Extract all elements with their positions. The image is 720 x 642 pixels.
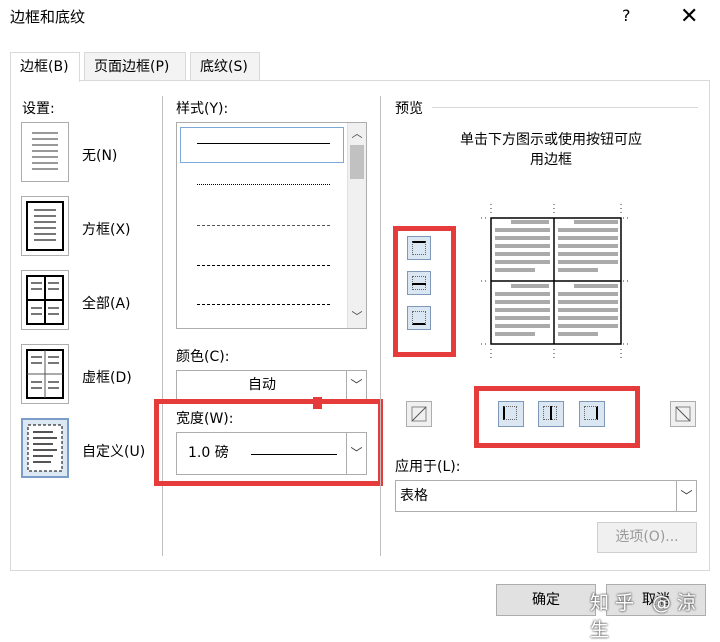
- right-border-icon[interactable]: [579, 401, 605, 427]
- setting-grid-label[interactable]: 虚框(D): [82, 367, 132, 387]
- apply-to-value: 表格: [400, 488, 428, 504]
- style-dotted-line[interactable]: [197, 184, 330, 185]
- close-button[interactable]: ✕: [680, 4, 698, 30]
- style-label: 样式(Y):: [176, 101, 229, 117]
- column-divider-1: [162, 96, 163, 556]
- ok-button[interactable]: 确定: [496, 584, 596, 616]
- preview-rule: [432, 107, 698, 108]
- style-dash-dot-line[interactable]: [197, 304, 330, 305]
- style-solid-line[interactable]: [197, 143, 330, 144]
- preview-table[interactable]: [481, 204, 631, 359]
- dialog-title: 边框和底纹: [10, 8, 86, 26]
- options-button[interactable]: 选项(O)...: [597, 522, 697, 553]
- top-border-icon[interactable]: [407, 236, 431, 260]
- settings-label: 设置:: [22, 101, 55, 117]
- apply-to-dropdown[interactable]: 表格 ﹀: [395, 480, 697, 512]
- setting-custom-label[interactable]: 自定义(U): [82, 441, 145, 461]
- style-dashed-line[interactable]: [197, 265, 330, 266]
- tab-page-border[interactable]: 页面边框(P): [84, 52, 186, 81]
- inside-vertical-border-icon[interactable]: [538, 401, 564, 427]
- scroll-down-icon[interactable]: ﹀: [348, 308, 366, 324]
- tab-shading[interactable]: 底纹(S): [190, 52, 260, 81]
- help-button[interactable]: ?: [622, 6, 631, 25]
- setting-all-label[interactable]: 全部(A): [82, 293, 131, 313]
- color-label: 颜色(C):: [176, 349, 230, 365]
- highlight-marker: [313, 397, 322, 409]
- setting-all-icon[interactable]: [21, 270, 69, 330]
- setting-box-label[interactable]: 方框(X): [82, 219, 131, 239]
- diagonal-up-border-icon[interactable]: [670, 401, 696, 427]
- tab-borders[interactable]: 边框(B): [10, 52, 80, 82]
- setting-none-label[interactable]: 无(N): [82, 145, 117, 165]
- style-fine-dashed-line[interactable]: [197, 225, 330, 226]
- preview-label: 预览: [395, 101, 423, 117]
- width-label: 宽度(W):: [176, 411, 234, 427]
- chevron-down-icon[interactable]: ﹀: [346, 371, 366, 400]
- style-selected-item[interactable]: [180, 127, 344, 163]
- setting-grid-icon[interactable]: [21, 344, 69, 404]
- chevron-down-icon[interactable]: ﹀: [676, 481, 696, 511]
- bottom-border-icon[interactable]: [407, 306, 431, 330]
- left-border-icon[interactable]: [498, 401, 524, 427]
- apply-to-label: 应用于(L):: [395, 459, 461, 475]
- width-value: 1.0 磅: [188, 445, 229, 461]
- setting-custom-icon[interactable]: [21, 418, 69, 478]
- diagonal-down-border-icon[interactable]: [406, 401, 432, 427]
- style-listbox[interactable]: ︿ ﹀: [176, 122, 367, 329]
- scroll-up-icon[interactable]: ︿: [348, 125, 366, 141]
- setting-none-icon[interactable]: [21, 122, 69, 182]
- color-value: 自动: [248, 377, 276, 393]
- scrollbar-thumb[interactable]: [350, 145, 364, 179]
- width-preview-line: [251, 454, 337, 455]
- borders-shading-dialog: 边框和底纹 ? ✕ 边框(B) 页面边框(P) 底纹(S) 设置: 无(N) 方…: [0, 0, 720, 641]
- setting-box-icon[interactable]: [21, 196, 69, 256]
- preview-hint-line1: 单击下方图示或使用按钮可应: [460, 132, 642, 148]
- preview-hint-line2: 用边框: [530, 152, 572, 168]
- color-dropdown[interactable]: 自动 ﹀: [176, 370, 367, 401]
- style-scrollbar[interactable]: ︿ ﹀: [347, 123, 366, 328]
- column-divider-2: [380, 96, 381, 556]
- width-dropdown[interactable]: 1.0 磅 ﹀: [176, 432, 367, 475]
- watermark: 知乎 @涼生: [590, 592, 703, 641]
- inside-horizontal-border-icon[interactable]: [407, 271, 431, 295]
- chevron-down-icon[interactable]: ﹀: [346, 433, 366, 474]
